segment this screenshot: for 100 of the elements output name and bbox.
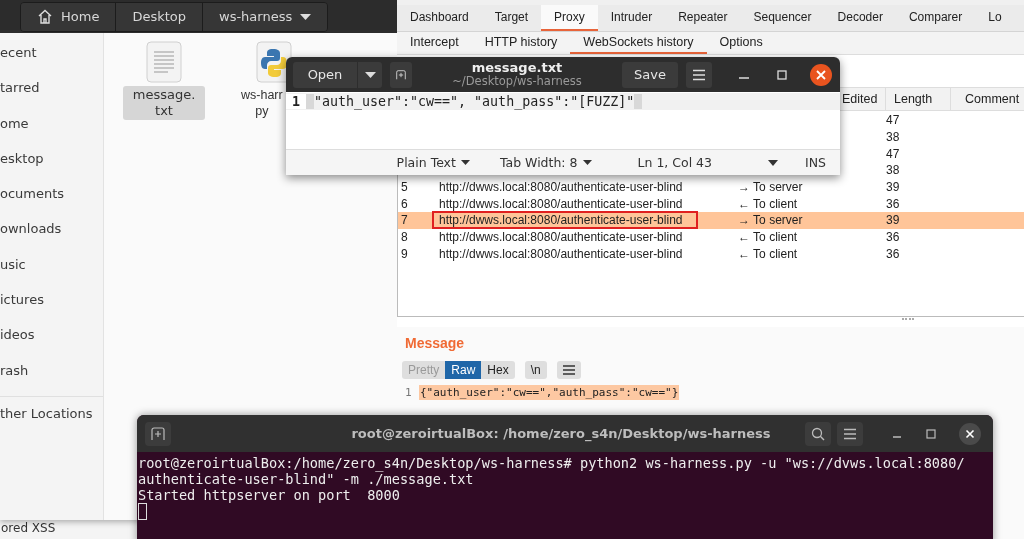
language-dropdown[interactable]: Plain Text — [390, 154, 476, 171]
menu-icon — [562, 365, 575, 375]
tab[interactable]: Repeater — [665, 5, 741, 31]
close-icon[interactable] — [959, 422, 981, 445]
new-tab-icon — [396, 67, 406, 82]
home-icon — [37, 9, 53, 24]
maximize-icon[interactable] — [776, 68, 788, 81]
path-button[interactable]: ws-harness — [203, 2, 328, 31]
table-cell: http://dwws.local:8080/authenticate-user-blind — [439, 246, 683, 261]
caret-icon — [364, 71, 376, 78]
python-file-icon[interactable] — [256, 41, 292, 83]
view-button[interactable]: Hex — [481, 361, 515, 379]
table-cell: http://dwws.local:8080/authenticate-user-blind — [439, 180, 683, 195]
terminal-line: authenticate-user-blind" -m ./message.txt — [138, 471, 474, 487]
window-title: message.txt — [471, 61, 563, 76]
table-cell: 39 — [886, 213, 900, 228]
tab-width-dropdown[interactable]: Tab Width: 8 — [493, 154, 598, 171]
caret-icon — [300, 13, 312, 20]
close-icon[interactable] — [810, 63, 832, 86]
menu-button[interactable] — [556, 361, 581, 379]
line-number: 1 — [286, 94, 306, 109]
message-text: {"auth_user":"cw==","auth_pass":"cw=="} — [419, 385, 680, 400]
table-cell: ← To client — [738, 246, 798, 261]
subtab[interactable]: WebSockets history — [570, 32, 707, 54]
subtab[interactable]: Intercept — [397, 32, 472, 54]
caret-icon — [582, 160, 592, 165]
subtab[interactable]: HTTP history — [471, 32, 571, 54]
tab[interactable]: Comparer — [895, 5, 976, 31]
file-name[interactable]: message. txt — [122, 86, 206, 120]
file-name[interactable]: ws-harr py — [241, 86, 283, 120]
new-tab-icon — [151, 426, 165, 441]
sidebar-item[interactable]: rash — [0, 352, 103, 388]
subtab[interactable]: Options — [706, 32, 776, 54]
sidebar-item[interactable]: ictures — [0, 282, 103, 318]
new-tab-button[interactable] — [390, 61, 412, 88]
tab[interactable]: Proxy — [541, 5, 598, 31]
sidebar-item[interactable]: ome — [0, 105, 103, 141]
sidebar-item[interactable]: ideos — [0, 317, 103, 353]
maximize-icon[interactable] — [925, 427, 937, 440]
table-cell: 6 — [401, 196, 408, 211]
line-number: 1 — [405, 386, 413, 399]
table-cell: 5 — [401, 180, 408, 195]
table-cell: → To server — [738, 213, 803, 228]
terminal-line: Started httpserver on port 8000 — [138, 487, 401, 503]
bracket-highlight — [634, 94, 643, 109]
table-cell: 8 — [401, 230, 408, 245]
sidebar-item[interactable]: ownloads — [0, 211, 103, 247]
column-header[interactable]: Edited — [842, 92, 878, 106]
tab[interactable]: Target — [481, 5, 542, 31]
editor-text: "auth_user":"cw==", "auth_pass":"[FUZZ]" — [314, 94, 635, 109]
table-cell: 47 — [886, 113, 900, 128]
sidebar-item[interactable]: usic — [0, 246, 103, 283]
table-cell: → To server — [738, 180, 803, 195]
path-button[interactable]: Home — [21, 2, 117, 31]
column-header[interactable]: Length — [894, 92, 933, 106]
table-cell: http://dwws.local:8080/authenticate-user-blind — [439, 196, 683, 211]
insert-mode: INS — [805, 155, 826, 170]
tab[interactable]: Decoder — [824, 5, 896, 31]
tab[interactable]: Intruder — [597, 5, 666, 31]
panel-title: Message — [405, 335, 466, 351]
menu-icon — [843, 427, 857, 440]
table-cell: http://dwws.local:8080/authenticate-user-blind — [439, 230, 683, 245]
view-button[interactable]: Raw — [445, 361, 482, 379]
menu-button[interactable] — [837, 421, 863, 446]
new-tab-button[interactable] — [145, 421, 171, 446]
tab[interactable]: Sequencer — [740, 5, 825, 31]
open-button[interactable]: Open — [293, 61, 357, 88]
sidebar-item[interactable]: tarred — [0, 70, 103, 106]
table-cell: 38 — [886, 130, 900, 145]
menu-icon — [692, 68, 706, 81]
table-cell: 47 — [886, 146, 900, 161]
table-cell: ← To client — [738, 196, 798, 211]
table-cell: http://dwws.local:8080/authenticate-user-blind — [439, 213, 683, 228]
sidebar-item[interactable]: esktop — [0, 140, 103, 177]
terminal-line: root@zeroirtualBox:/home/zero_s4n/Desktop/ws-harness# python2 ws-harness.py -u "ws://dvws.local:8080/ — [138, 455, 966, 471]
dropdown-button[interactable] — [358, 61, 382, 88]
sidebar-item[interactable]: ecent — [0, 35, 103, 71]
table-cell: 7 — [401, 213, 408, 228]
sidebar-item[interactable]: ocuments — [0, 176, 103, 212]
save-button[interactable]: Save — [622, 61, 678, 88]
table-cell: 39 — [886, 180, 900, 195]
sidebar-item[interactable]: ther Locations — [0, 396, 103, 430]
tab[interactable]: Lo — [975, 5, 1002, 31]
column-header[interactable]: Comment — [965, 92, 1020, 106]
resize-handle[interactable] — [902, 318, 914, 322]
table-cell: 36 — [886, 230, 900, 245]
newline-button[interactable]: \n — [524, 361, 547, 379]
table-cell: 9 — [401, 246, 408, 261]
caret-icon — [460, 160, 470, 165]
selected-row[interactable]: 7 http://dwws.local:8080/authenticate-user-blind → To server 39 — [398, 212, 1024, 229]
path-button[interactable]: Desktop — [116, 2, 203, 31]
caret-icon[interactable] — [768, 159, 778, 166]
tab[interactable]: Dashboard — [397, 5, 482, 31]
table-cell: 36 — [886, 246, 900, 261]
window-title: root@zeroirtualBox: /home/zero_s4n/Desktop/ws-harness — [350, 426, 772, 441]
search-button[interactable] — [805, 421, 831, 446]
menu-button[interactable] — [686, 61, 712, 88]
window-text-fragment: ored XSS — [1, 521, 56, 535]
table-cell: ← To client — [738, 230, 798, 245]
window-subtitle: ~/Desktop/ws-harness — [452, 75, 582, 88]
